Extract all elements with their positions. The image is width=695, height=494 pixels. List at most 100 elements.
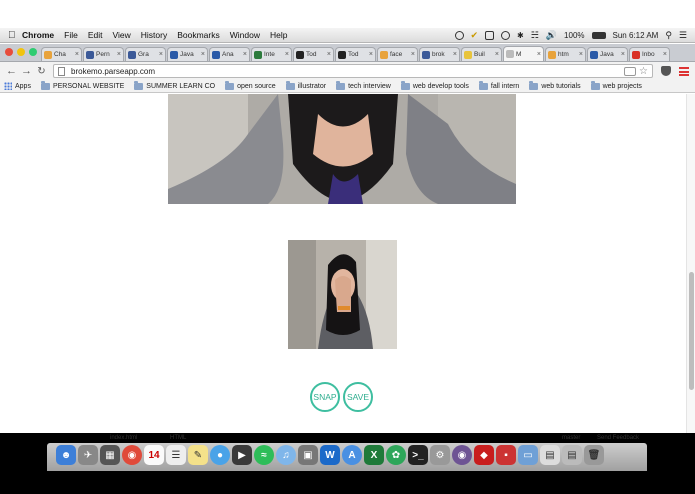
browser-tab[interactable]: Inbo ×	[629, 47, 670, 61]
url-text[interactable]: brokemo.parseapp.com	[71, 67, 624, 76]
browser-tab[interactable]: Pern ×	[83, 47, 124, 61]
browser-tab[interactable]: Gra ×	[125, 47, 166, 61]
browser-tab[interactable]: M ×	[503, 46, 544, 61]
reload-icon[interactable]: ↻	[34, 66, 49, 77]
tab-close-icon[interactable]: ×	[327, 51, 331, 58]
battery-percent[interactable]: 100%	[564, 31, 584, 40]
browser-tab[interactable]: brok ×	[419, 47, 460, 61]
checkmark-icon[interactable]: ✔	[471, 30, 479, 41]
browser-tab[interactable]: Java ×	[167, 47, 208, 61]
volume-icon[interactable]: 🔊	[546, 30, 557, 41]
page-scrollbar[interactable]	[686, 94, 695, 433]
tab-close-icon[interactable]: ×	[201, 51, 205, 58]
airplay-icon[interactable]	[485, 30, 495, 40]
spotlight-search-icon[interactable]: ⚲	[665, 30, 672, 41]
close-window-button[interactable]	[5, 48, 13, 56]
tab-close-icon[interactable]: ×	[537, 51, 541, 58]
scrollbar-thumb[interactable]	[689, 272, 694, 390]
system-preferences-icon[interactable]: ⚙	[430, 445, 450, 465]
battery-icon[interactable]	[591, 31, 606, 39]
spotify-icon[interactable]: ≈	[254, 445, 274, 465]
browser-tab[interactable]: Tod ×	[293, 47, 334, 61]
bookmark-folder[interactable]: web tutorials	[529, 80, 581, 90]
reminders-icon[interactable]: ☰	[166, 445, 186, 465]
browser-tab[interactable]: Buil ×	[461, 47, 502, 61]
tab-close-icon[interactable]: ×	[621, 51, 625, 58]
tab-close-icon[interactable]: ×	[243, 51, 247, 58]
menu-file[interactable]: File	[64, 30, 78, 40]
facetime-icon[interactable]: ▶	[232, 445, 252, 465]
preview-icon[interactable]: ▣	[298, 445, 318, 465]
bookmark-folder[interactable]: illustrator	[285, 80, 326, 90]
document-icon[interactable]: ▤	[540, 445, 560, 465]
messages-icon[interactable]: ●	[210, 445, 230, 465]
browser-tab[interactable]: htm ×	[545, 47, 586, 61]
tab-close-icon[interactable]: ×	[75, 51, 79, 58]
itunes-icon[interactable]: ♫	[276, 445, 296, 465]
back-arrow-icon[interactable]: ←	[4, 65, 19, 77]
downloads-stack-icon[interactable]: ▤	[562, 445, 582, 465]
menu-window[interactable]: Window	[230, 30, 260, 40]
tab-close-icon[interactable]: ×	[159, 51, 163, 58]
cast-icon[interactable]	[624, 66, 637, 76]
launchpad-icon[interactable]: ✈	[78, 445, 98, 465]
browser-tab[interactable]: Inte ×	[251, 47, 292, 61]
terminal-icon[interactable]: >_	[408, 445, 428, 465]
menu-app-name[interactable]: Chrome	[22, 30, 54, 40]
chrome-icon[interactable]: ◉	[122, 445, 142, 465]
photo-booth-icon[interactable]: ▪	[496, 445, 516, 465]
bookmark-folder[interactable]: web develop tools	[400, 80, 469, 90]
excel-icon[interactable]: X	[364, 445, 384, 465]
chrome-menu-icon[interactable]	[679, 66, 689, 76]
tab-close-icon[interactable]: ×	[663, 51, 667, 58]
tab-close-icon[interactable]: ×	[411, 51, 415, 58]
zoom-window-button[interactable]	[29, 48, 37, 56]
bookmark-folder[interactable]: open source	[225, 80, 276, 90]
forward-arrow-icon[interactable]: →	[19, 65, 34, 77]
tab-close-icon[interactable]: ×	[369, 51, 373, 58]
address-bar[interactable]: brokemo.parseapp.com ☆	[53, 64, 653, 78]
mission-control-icon[interactable]: ▦	[100, 445, 120, 465]
time-machine-icon[interactable]	[501, 30, 511, 40]
rstudio-icon[interactable]: ◆	[474, 445, 494, 465]
bookmark-folder[interactable]: PERSONAL WEBSITE	[40, 80, 124, 90]
bookmark-folder[interactable]: tech interview	[336, 80, 391, 90]
save-button[interactable]: SAVE	[343, 382, 373, 412]
bookmark-star-icon[interactable]: ☆	[639, 66, 648, 77]
browser-tab[interactable]: Cha ×	[41, 47, 82, 61]
browser-tab[interactable]: Ana ×	[209, 47, 250, 61]
tab-close-icon[interactable]: ×	[453, 51, 457, 58]
github-icon[interactable]: ◉	[452, 445, 472, 465]
app-store-icon[interactable]: A	[342, 445, 362, 465]
menu-help[interactable]: Help	[270, 30, 287, 40]
snap-button[interactable]: SNAP	[310, 382, 340, 412]
menu-view[interactable]: View	[112, 30, 130, 40]
notification-icon[interactable]	[454, 30, 464, 40]
word-icon[interactable]: W	[320, 445, 340, 465]
calendar-icon[interactable]: 14	[144, 445, 164, 465]
evernote-icon[interactable]: ✿	[386, 445, 406, 465]
browser-tab[interactable]: face ×	[377, 47, 418, 61]
tab-close-icon[interactable]: ×	[495, 51, 499, 58]
menu-bookmarks[interactable]: Bookmarks	[177, 30, 220, 40]
bookmark-apps[interactable]: Apps	[4, 82, 31, 90]
minimize-window-button[interactable]	[17, 48, 25, 56]
clock[interactable]: Sun 6:12 AM	[613, 31, 659, 40]
menu-history[interactable]: History	[141, 30, 167, 40]
tab-close-icon[interactable]: ×	[285, 51, 289, 58]
apple-menu-icon[interactable]: 	[8, 30, 22, 41]
menu-edit[interactable]: Edit	[88, 30, 103, 40]
bookmark-folder[interactable]: web projects	[590, 80, 642, 90]
bluetooth-icon[interactable]: ✱	[517, 31, 524, 40]
folder-icon[interactable]: ▭	[518, 445, 538, 465]
extension-shield-icon[interactable]	[661, 66, 671, 76]
trash-icon[interactable]: 🗑	[584, 445, 604, 465]
notification-center-icon[interactable]: ☰	[679, 30, 687, 41]
tab-close-icon[interactable]: ×	[117, 51, 121, 58]
tab-close-icon[interactable]: ×	[579, 51, 583, 58]
notes-icon[interactable]: ✎	[188, 445, 208, 465]
wifi-icon[interactable]: ☵	[531, 30, 539, 41]
bookmark-folder[interactable]: fall intern	[478, 80, 519, 90]
browser-tab[interactable]: Tod ×	[335, 47, 376, 61]
bookmark-folder[interactable]: SUMMER LEARN CO	[134, 80, 215, 90]
